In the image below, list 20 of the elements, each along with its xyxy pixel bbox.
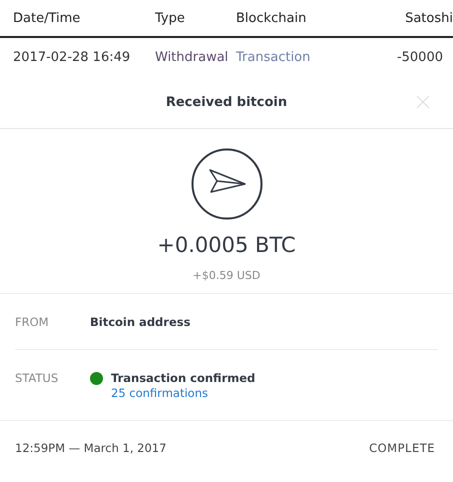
- table-cell-text: Withdrawal: [155, 50, 230, 64]
- column-header: Date/Time: [13, 10, 82, 26]
- close-icon[interactable]: [416, 95, 430, 109]
- status-text: Transaction confirmed: [111, 371, 256, 385]
- paper-plane-icon: [190, 148, 262, 220]
- fiat-amount: +$0.59 USD: [192, 269, 260, 282]
- confirmations-link[interactable]: 25 confirmations: [111, 386, 256, 400]
- column-header: Type: [155, 10, 186, 26]
- detail-label: FROM: [15, 315, 50, 329]
- timestamp: 12:59PM — March 1, 2017: [15, 441, 166, 455]
- dialog-title: Received bitcoin: [166, 94, 288, 110]
- amount: +0.0005 BTC: [157, 233, 296, 257]
- table-cell-text: -50000: [396, 50, 443, 64]
- column-header: Blockchain: [236, 10, 308, 26]
- table-cell-text: 2017-02-28 16:49: [13, 50, 132, 64]
- detail-value: Bitcoin address: [90, 315, 192, 329]
- status-label: COMPLETE: [369, 441, 435, 455]
- table-cell-text: Transaction: [236, 50, 312, 64]
- column-header: Satoshi: [404, 10, 453, 26]
- detail-label: STATUS: [15, 371, 60, 385]
